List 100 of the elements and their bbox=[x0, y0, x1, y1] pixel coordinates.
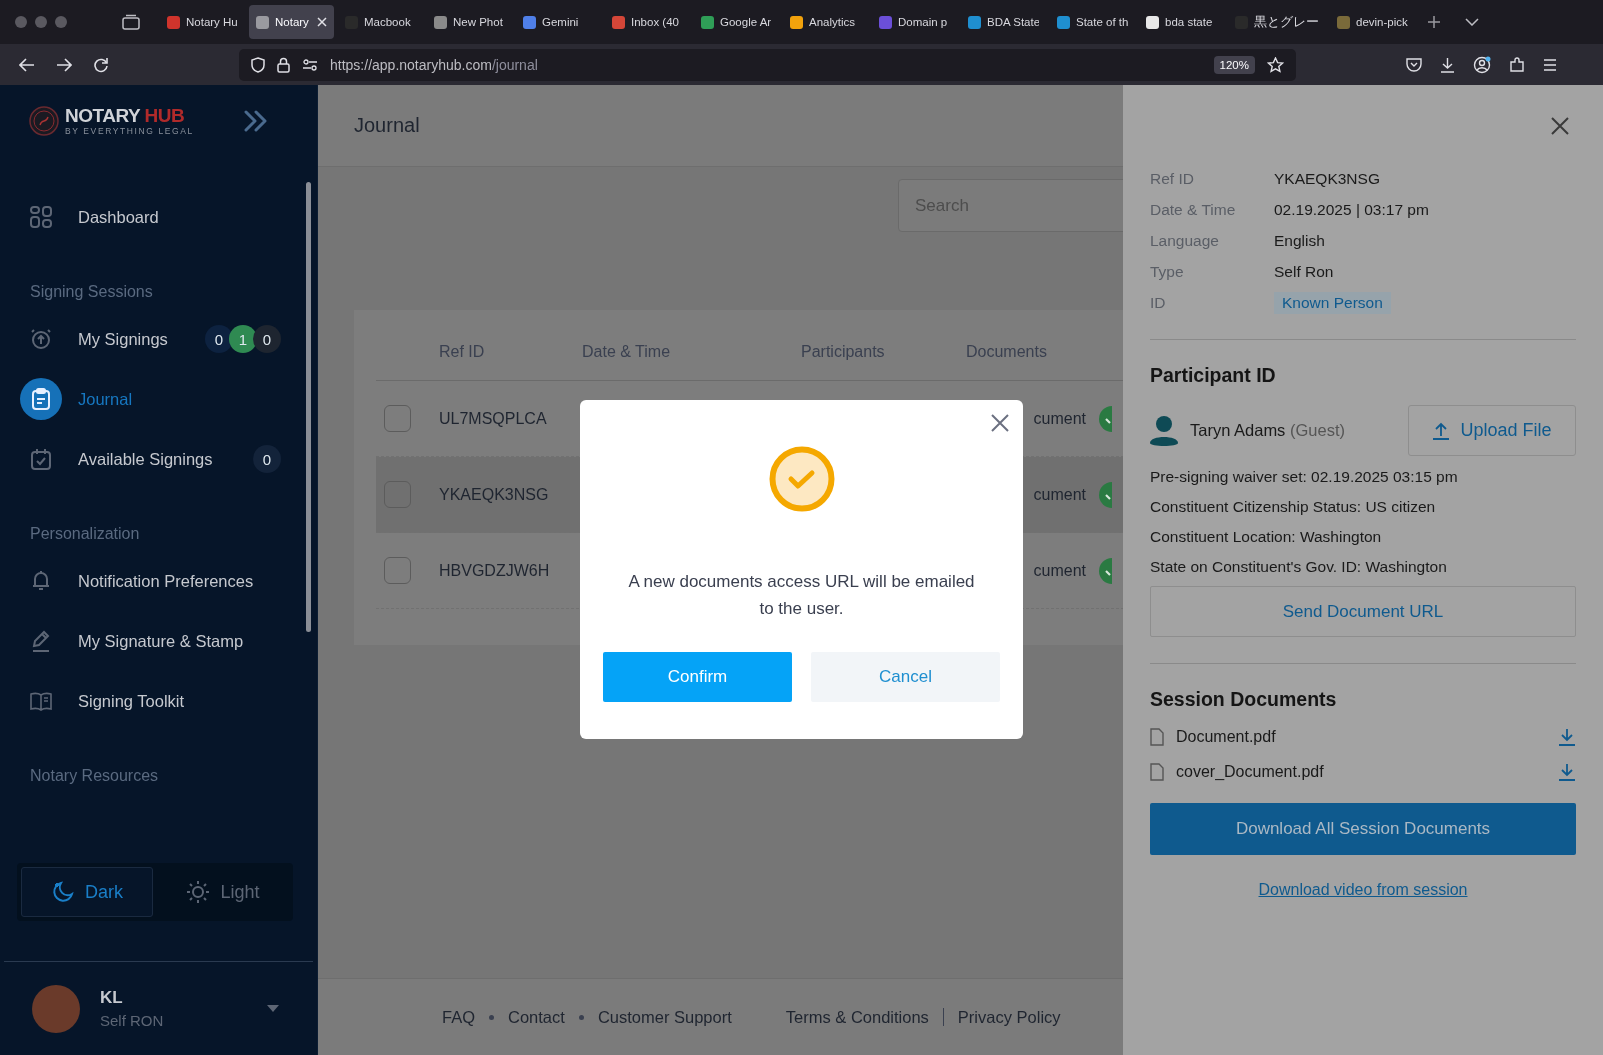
double-chevron-right-icon[interactable] bbox=[243, 110, 268, 132]
field-value: English bbox=[1274, 231, 1325, 250]
pocket-icon[interactable] bbox=[1406, 57, 1422, 72]
nav-item[interactable]: Available Signings 0 bbox=[0, 429, 317, 489]
close-icon[interactable] bbox=[991, 414, 1009, 432]
footer-link[interactable]: Customer Support bbox=[597, 1007, 732, 1027]
scrollbar[interactable] bbox=[306, 182, 311, 632]
nav-item[interactable]: My Signings 0 1 0 bbox=[0, 309, 317, 369]
id-type-tag: Known Person bbox=[1274, 291, 1391, 314]
check-circle-icon bbox=[768, 446, 835, 512]
user-role: Self RON bbox=[100, 1012, 165, 1029]
status-check-icon bbox=[1098, 557, 1112, 584]
browser-tab[interactable]: New Phot bbox=[427, 5, 512, 39]
footer-link[interactable]: Privacy Policy bbox=[957, 1007, 1061, 1027]
address-bar[interactable]: https://app.notaryhub.com/journal 120% bbox=[239, 48, 1296, 81]
browser-tab[interactable]: devin-pick bbox=[1330, 5, 1415, 39]
bell-icon bbox=[31, 570, 51, 592]
column-header: Date & Time bbox=[582, 342, 672, 361]
browser-tab[interactable]: Domain p bbox=[872, 5, 957, 39]
column-header: Participants bbox=[801, 342, 886, 361]
shield-icon[interactable] bbox=[251, 56, 265, 73]
field-label: Date & Time bbox=[1150, 200, 1237, 219]
browser-tab[interactable]: BDA State bbox=[961, 5, 1046, 39]
book-icon bbox=[30, 691, 52, 711]
moon-icon bbox=[51, 880, 75, 904]
status-check-icon bbox=[1098, 481, 1112, 508]
participant-name: Taryn Adams (Guest) bbox=[1190, 421, 1346, 440]
browser-tab[interactable]: Google Ar bbox=[694, 5, 779, 39]
section-heading: Participant ID bbox=[1150, 364, 1277, 387]
table-cell: HBVGDZJW6H bbox=[439, 561, 550, 580]
nav-item[interactable]: Journal bbox=[0, 369, 317, 429]
footer-link[interactable]: Terms & Conditions bbox=[785, 1007, 929, 1027]
dialog-message: A new documents access URL will be emailed to the user. bbox=[627, 571, 976, 620]
footer-link[interactable]: FAQ bbox=[442, 1007, 475, 1027]
nav-section-heading: Signing Sessions bbox=[29, 282, 154, 302]
sun-icon bbox=[186, 880, 211, 904]
upload-icon bbox=[1432, 421, 1451, 440]
download-all-button[interactable]: Download All Session Documents bbox=[1150, 803, 1576, 855]
count-badge: 0 bbox=[205, 325, 233, 353]
theme-option-button[interactable]: Dark bbox=[21, 867, 153, 917]
account-icon[interactable] bbox=[1473, 55, 1491, 74]
field-label: Type bbox=[1150, 262, 1185, 281]
lock-icon[interactable] bbox=[277, 56, 290, 73]
field-value: YKAEQK3NSG bbox=[1274, 169, 1380, 188]
browser-tab[interactable]: Inbox (40 bbox=[605, 5, 690, 39]
logo-wordmark: NOTARY HUB bbox=[65, 106, 186, 126]
document-name: cover_Document.pdf bbox=[1176, 763, 1325, 781]
nav-item[interactable]: Signing Toolkit bbox=[0, 671, 317, 731]
column-header: Ref ID bbox=[439, 342, 486, 361]
nav-item[interactable]: Dashboard bbox=[0, 187, 317, 247]
reload-icon[interactable] bbox=[93, 56, 109, 73]
tab-overview-icon[interactable] bbox=[122, 14, 140, 30]
zoom-level-badge[interactable]: 120% bbox=[1213, 55, 1255, 74]
browser-tab[interactable]: bda state bbox=[1139, 5, 1224, 39]
field-value: 02.19.2025 | 03:17 pm bbox=[1274, 200, 1429, 219]
nav-item[interactable]: Notification Preferences bbox=[0, 551, 317, 611]
window-controls-icon[interactable] bbox=[14, 15, 68, 29]
table-cell: cument bbox=[1033, 485, 1086, 504]
browser-tab[interactable]: Notary bbox=[249, 5, 334, 39]
count-badge: 1 bbox=[229, 325, 257, 353]
file-icon bbox=[1150, 763, 1164, 781]
extensions-icon[interactable] bbox=[1509, 56, 1525, 73]
status-check-icon bbox=[1098, 405, 1112, 432]
row-checkbox[interactable] bbox=[384, 557, 411, 584]
browser-tab[interactable]: State of th bbox=[1050, 5, 1135, 39]
seal-logo-icon bbox=[29, 106, 59, 136]
browser-tab[interactable]: Macbook bbox=[338, 5, 423, 39]
caret-down-icon[interactable] bbox=[267, 1005, 279, 1012]
file-icon bbox=[1150, 728, 1164, 746]
footer-link[interactable]: Contact bbox=[508, 1007, 565, 1027]
info-text: Constituent Location: Washington bbox=[1150, 527, 1383, 547]
grid-icon bbox=[30, 206, 52, 228]
alarm-clock-icon bbox=[30, 328, 52, 350]
table-cell: YKAEQK3NSG bbox=[439, 485, 549, 504]
info-text: Pre-signing waiver set: 02.19.2025 03:15 pm bbox=[1150, 467, 1459, 487]
field-label: ID bbox=[1150, 293, 1167, 312]
bookmark-star-icon[interactable] bbox=[1267, 56, 1284, 73]
browser-tab[interactable]: Analytics bbox=[783, 5, 868, 39]
table-cell: cument bbox=[1033, 561, 1086, 580]
close-icon[interactable] bbox=[1551, 117, 1569, 135]
browser-tab[interactable]: Notary Hu bbox=[160, 5, 245, 39]
nav-section-heading: Personalization bbox=[29, 524, 141, 544]
browser-tab[interactable]: Gemini bbox=[516, 5, 601, 39]
count-badge: 0 bbox=[253, 445, 281, 473]
row-checkbox[interactable] bbox=[384, 405, 411, 432]
permissions-icon[interactable] bbox=[302, 58, 318, 71]
info-text: Constituent Citizenship Status: US citizen bbox=[1150, 497, 1437, 517]
nav-section-heading: Notary Resources bbox=[29, 766, 160, 786]
logo-tagline: BY EVERYTHING LEGAL bbox=[65, 126, 194, 136]
browser-tab[interactable]: 黒とグレー bbox=[1228, 5, 1326, 39]
chevron-down-icon[interactable] bbox=[1465, 18, 1479, 26]
forward-icon[interactable] bbox=[56, 57, 72, 72]
back-icon[interactable] bbox=[19, 57, 35, 72]
person-icon bbox=[1150, 414, 1178, 447]
menu-icon[interactable] bbox=[1543, 58, 1557, 71]
new-tab-icon[interactable] bbox=[1427, 15, 1441, 29]
table-cell: UL7MSQPLCA bbox=[439, 409, 547, 428]
pen-icon bbox=[31, 630, 51, 652]
user-initials: KL bbox=[100, 988, 124, 1008]
nav-item[interactable]: My Signature & Stamp bbox=[0, 611, 317, 671]
